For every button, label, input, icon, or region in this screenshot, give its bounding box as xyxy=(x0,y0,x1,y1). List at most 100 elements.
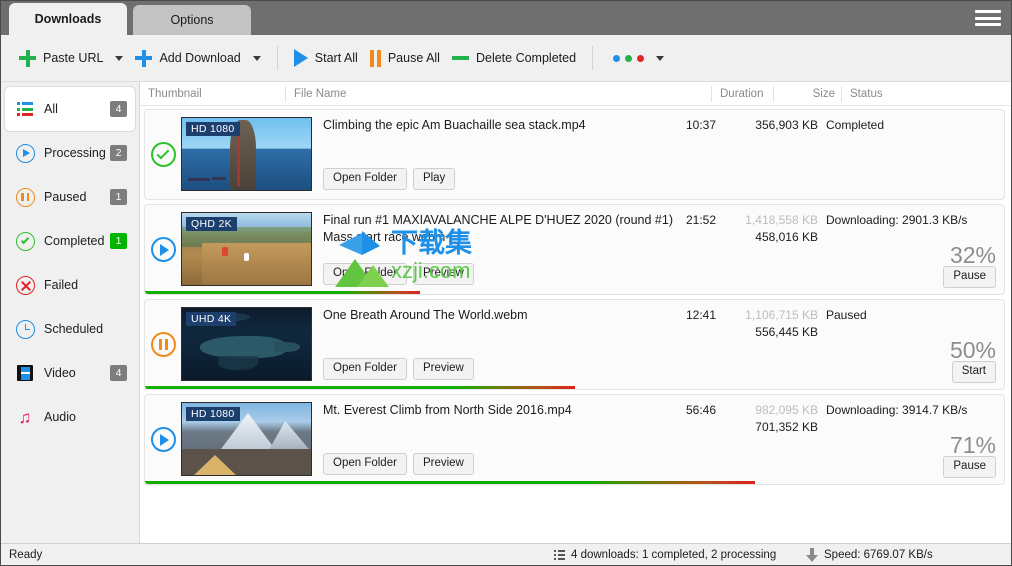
quality-badge: HD 1080 xyxy=(186,122,240,136)
table-row[interactable]: UHD 4K One Breath Around The World.webm … xyxy=(144,299,1005,390)
tab-downloads-label: Downloads xyxy=(34,12,102,26)
quality-badge: QHD 2K xyxy=(186,217,237,231)
sidebar-item-video[interactable]: Video 4 xyxy=(5,351,135,395)
paste-url-button[interactable]: Paste URL xyxy=(13,41,109,75)
more-options-dropdown[interactable] xyxy=(650,41,670,75)
play-icon xyxy=(293,49,308,67)
row-actions: Open Folder Preview xyxy=(323,263,474,285)
size-total-value: 1,418,558 KB xyxy=(745,213,818,227)
size-total-value: 982,095 KB xyxy=(755,403,818,417)
status-value: Completed xyxy=(826,118,885,132)
pause-all-button[interactable]: Pause All xyxy=(364,41,446,75)
file-name: Mt. Everest Climb from North Side 2016.m… xyxy=(323,403,572,417)
add-download-button[interactable]: Add Download xyxy=(129,41,246,75)
list-icon xyxy=(15,99,35,119)
sidebar-item-failed[interactable]: Failed xyxy=(5,263,135,307)
sidebar-item-all-badge: 4 xyxy=(110,101,127,117)
sidebar-item-processing[interactable]: Processing 2 xyxy=(5,131,135,175)
toolbar: Paste URL Add Download Start All Pause A… xyxy=(1,35,1011,82)
file-name: Final run #1 MAXIAVALANCHE ALPE D'HUEZ 2… xyxy=(323,213,673,244)
delete-completed-label: Delete Completed xyxy=(475,51,577,65)
row-meta: 21:52 1,418,558 KB 458,016 KB Downloadin… xyxy=(674,212,998,290)
column-header-size[interactable]: Size xyxy=(773,85,841,102)
column-header-thumbnail[interactable]: Thumbnail xyxy=(140,86,285,102)
column-header-duration[interactable]: Duration xyxy=(711,85,773,102)
play-button[interactable]: Play xyxy=(412,168,456,190)
open-folder-button[interactable]: Open Folder xyxy=(323,168,407,190)
delete-completed-button[interactable]: Delete Completed xyxy=(446,41,582,75)
size-downloaded-value: 556,445 KB xyxy=(755,325,818,339)
open-folder-button[interactable]: Open Folder xyxy=(323,263,407,285)
status-ready-text: Ready xyxy=(9,548,43,561)
status-bar: Ready 4 downloads: 1 completed, 2 proces… xyxy=(1,543,1011,565)
preview-button[interactable]: Preview xyxy=(412,263,474,285)
download-rows: HD 1080 Climbing the epic Am Buachaille … xyxy=(140,106,1011,543)
row-state-icon-wrap xyxy=(145,300,181,389)
add-download-dropdown[interactable] xyxy=(247,41,267,75)
sidebar-item-audio[interactable]: ♫ Audio xyxy=(5,395,135,439)
status-downloads-summary-text: 4 downloads: 1 completed, 2 processing xyxy=(571,548,777,561)
chevron-down-icon xyxy=(656,55,665,61)
pause-button[interactable]: Pause xyxy=(943,456,996,478)
status-downloads-summary: 4 downloads: 1 completed, 2 processing xyxy=(554,549,776,561)
sidebar-item-all-label: All xyxy=(44,102,58,116)
sidebar-item-paused[interactable]: Paused 1 xyxy=(5,175,135,219)
thumbnail[interactable]: HD 1080 xyxy=(181,402,312,476)
more-options-button[interactable] xyxy=(603,41,650,75)
thumbnail[interactable]: QHD 2K xyxy=(181,212,312,286)
thumbnail[interactable]: HD 1080 xyxy=(181,117,312,191)
start-button[interactable]: Start xyxy=(951,361,996,383)
pause-circle-icon[interactable] xyxy=(150,332,176,357)
minus-icon xyxy=(451,56,469,60)
sidebar-item-scheduled[interactable]: Scheduled xyxy=(5,307,135,351)
plus-icon xyxy=(19,49,36,67)
play-circle-icon[interactable] xyxy=(150,427,176,452)
progress-bar xyxy=(145,386,575,389)
row-state-icon-wrap xyxy=(145,110,181,199)
add-download-label: Add Download xyxy=(159,51,241,65)
tab-downloads[interactable]: Downloads xyxy=(9,3,127,35)
error-circle-icon xyxy=(15,275,35,295)
open-folder-button[interactable]: Open Folder xyxy=(323,453,407,475)
preview-button[interactable]: Preview xyxy=(412,358,474,380)
table-row[interactable]: QHD 2K Final run #1 MAXIAVALANCHE ALPE D… xyxy=(144,204,1005,295)
duration-value: 56:46 xyxy=(685,403,716,417)
play-circle-icon[interactable] xyxy=(150,237,176,262)
size-total-value: 1,106,715 KB xyxy=(745,308,818,322)
sidebar-item-all[interactable]: All 4 xyxy=(5,87,135,131)
progress-percent: 32% xyxy=(949,242,996,268)
plus-icon xyxy=(135,49,153,67)
sidebar-item-completed-badge: 1 xyxy=(110,233,127,249)
pause-icon xyxy=(369,49,381,67)
status-speed-text: Speed: 6769.07 KB/s xyxy=(824,548,933,561)
column-header-status[interactable]: Status xyxy=(841,85,1011,102)
row-actions: Open Folder Preview xyxy=(323,453,474,475)
sidebar-item-completed[interactable]: Completed 1 xyxy=(5,219,135,263)
thumbnail[interactable]: UHD 4K xyxy=(181,307,312,381)
preview-button[interactable]: Preview xyxy=(412,453,474,475)
table-row[interactable]: HD 1080 Mt. Everest Climb from North Sid… xyxy=(144,394,1005,485)
open-folder-button[interactable]: Open Folder xyxy=(323,358,407,380)
duration-value: 21:52 xyxy=(685,213,716,227)
toolbar-divider xyxy=(592,46,594,70)
quality-badge: HD 1080 xyxy=(186,407,240,421)
duration-value: 10:37 xyxy=(685,118,716,132)
sidebar-item-audio-label: Audio xyxy=(44,410,76,424)
list-icon xyxy=(554,549,565,560)
paste-url-dropdown[interactable] xyxy=(109,41,129,75)
application-window: Downloads Options Paste URL Add Download… xyxy=(0,0,1012,566)
pause-button[interactable]: Pause xyxy=(943,266,996,288)
progress-percent: 50% xyxy=(949,337,996,363)
column-header-file-name[interactable]: File Name xyxy=(285,85,711,102)
start-all-button[interactable]: Start All xyxy=(288,41,364,75)
clock-icon xyxy=(15,319,35,339)
table-row[interactable]: HD 1080 Climbing the epic Am Buachaille … xyxy=(144,109,1005,200)
progress-percent: 71% xyxy=(949,432,996,458)
hamburger-icon[interactable] xyxy=(975,8,1001,28)
tab-options[interactable]: Options xyxy=(133,5,251,35)
row-meta: 10:37 356,903 KB Completed xyxy=(674,117,998,195)
sidebar-item-completed-label: Completed xyxy=(44,234,105,248)
download-list-pane: Thumbnail File Name Duration Size Status xyxy=(140,82,1011,543)
file-name: One Breath Around The World.webm xyxy=(323,308,528,322)
tab-bar: Downloads Options xyxy=(1,1,1011,35)
